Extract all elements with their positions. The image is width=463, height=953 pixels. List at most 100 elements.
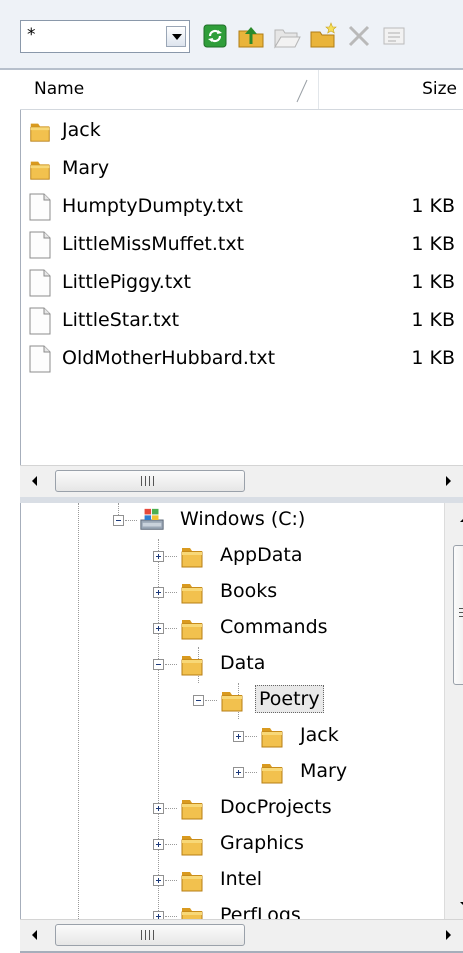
item-size: 1 KB: [411, 271, 455, 293]
collapse-icon[interactable]: [153, 659, 164, 670]
tree-node-label: DocProjects: [220, 796, 332, 818]
filter-combobox[interactable]: *: [20, 20, 190, 53]
scrollbar-thumb[interactable]: [55, 924, 245, 946]
folder-tree: Windows (C:) AppData Books Commands Data Poet…: [20, 503, 463, 921]
scrollbar-thumb[interactable]: [55, 470, 245, 492]
tree-connector: [125, 520, 137, 521]
filter-value: *: [27, 25, 36, 45]
item-name: LittleStar.txt: [62, 309, 180, 331]
new-folder-icon[interactable]: [309, 22, 337, 50]
folder-icon: [259, 722, 285, 750]
toolbar: *: [0, 0, 463, 70]
file-row[interactable]: LittleMissMuffet.txt 1 KB: [20, 226, 463, 264]
tree-node-label: Data: [220, 652, 266, 674]
scrollbar-grip-icon: [141, 476, 155, 486]
collapse-icon[interactable]: [193, 695, 204, 706]
collapse-icon[interactable]: [113, 515, 124, 526]
list-horizontal-scrollbar[interactable]: [20, 465, 463, 497]
tree-connector: [165, 880, 177, 881]
expand-icon[interactable]: [153, 551, 164, 562]
tree-node-label: Intel: [220, 868, 263, 890]
folder-icon: [179, 542, 205, 570]
expand-icon[interactable]: [153, 803, 164, 814]
tree-node-label: Jack: [300, 724, 339, 746]
tree-connector: [165, 808, 177, 809]
folder-icon: [219, 686, 245, 714]
folder-icon: [179, 614, 205, 642]
list-header: Name Size: [20, 70, 463, 110]
tree-connector: [165, 628, 177, 629]
item-size: 1 KB: [411, 233, 455, 255]
tree-node-label: Books: [220, 580, 278, 602]
text-file-icon: [28, 307, 52, 335]
tree-connector: [165, 844, 177, 845]
item-name: HumptyDumpty.txt: [62, 195, 244, 217]
expand-icon[interactable]: [233, 731, 244, 742]
folder-icon: [179, 866, 205, 894]
expand-icon[interactable]: [153, 875, 164, 886]
text-file-icon: [28, 193, 52, 221]
folder-icon: [28, 117, 52, 145]
folder-icon: [179, 830, 205, 858]
item-size: 1 KB: [411, 195, 455, 217]
delete-icon[interactable]: [345, 22, 373, 50]
folder-icon: [179, 578, 205, 606]
folder-icon: [259, 758, 285, 786]
scroll-right-icon[interactable]: [446, 476, 451, 486]
tree-guide-line: [118, 503, 119, 515]
tree-vertical-scrollbar[interactable]: [444, 503, 463, 921]
file-row[interactable]: OldMotherHubbard.txt 1 KB: [20, 340, 463, 378]
tree-connector: [165, 556, 177, 557]
item-name: OldMotherHubbard.txt: [62, 347, 276, 369]
file-row[interactable]: LittleStar.txt 1 KB: [20, 302, 463, 340]
properties-icon[interactable]: [381, 22, 409, 50]
chevron-down-icon[interactable]: [166, 26, 186, 47]
tree-node-label: Poetry: [255, 685, 324, 713]
column-divider[interactable]: [318, 70, 319, 109]
column-header-size[interactable]: Size: [422, 79, 457, 99]
expand-icon[interactable]: [233, 767, 244, 778]
folder-icon: [179, 650, 205, 678]
tree-connector: [245, 772, 257, 773]
column-header-name[interactable]: Name: [34, 79, 84, 99]
expand-icon[interactable]: [153, 587, 164, 598]
item-name: LittlePiggy.txt: [62, 271, 191, 293]
folder-row[interactable]: Jack: [20, 112, 463, 150]
tree-node-label: Mary: [300, 760, 348, 782]
scroll-left-icon[interactable]: [32, 930, 37, 940]
scrollbar-grip-icon: [141, 930, 155, 940]
open-folder-icon[interactable]: [273, 22, 301, 50]
tree-node-label: AppData: [220, 544, 303, 566]
tree-horizontal-scrollbar[interactable]: [20, 919, 463, 951]
folder-icon: [179, 794, 205, 822]
scrollbar-thumb[interactable]: [453, 545, 463, 685]
expand-icon[interactable]: [153, 623, 164, 634]
tree-connector: [245, 736, 257, 737]
folder-up-icon[interactable]: [237, 22, 265, 50]
item-name: LittleMissMuffet.txt: [62, 233, 245, 255]
text-file-icon: [28, 269, 52, 297]
file-row[interactable]: LittlePiggy.txt 1 KB: [20, 264, 463, 302]
item-size: 1 KB: [411, 309, 455, 331]
text-file-icon: [28, 345, 52, 373]
tree-connector: [165, 916, 177, 917]
tree-node-label: Graphics: [220, 832, 304, 854]
drive-icon: [139, 506, 165, 534]
refresh-icon[interactable]: [201, 22, 229, 50]
item-size: 1 KB: [411, 347, 455, 369]
scroll-right-icon[interactable]: [446, 930, 451, 940]
item-name: Mary: [62, 157, 110, 179]
folder-icon: [28, 155, 52, 183]
expand-icon[interactable]: [153, 839, 164, 850]
tree-node-label: Commands: [220, 616, 328, 638]
text-file-icon: [28, 231, 52, 259]
sort-indicator-icon: [296, 79, 308, 103]
tree-connector: [165, 592, 177, 593]
item-name: Jack: [62, 119, 101, 141]
scroll-left-icon[interactable]: [32, 476, 37, 486]
file-row[interactable]: HumptyDumpty.txt 1 KB: [20, 188, 463, 226]
folder-row[interactable]: Mary: [20, 150, 463, 188]
tree-connector: [165, 664, 177, 665]
tree-node-label: Windows (C:): [180, 508, 306, 530]
tree-connector: [205, 700, 217, 701]
